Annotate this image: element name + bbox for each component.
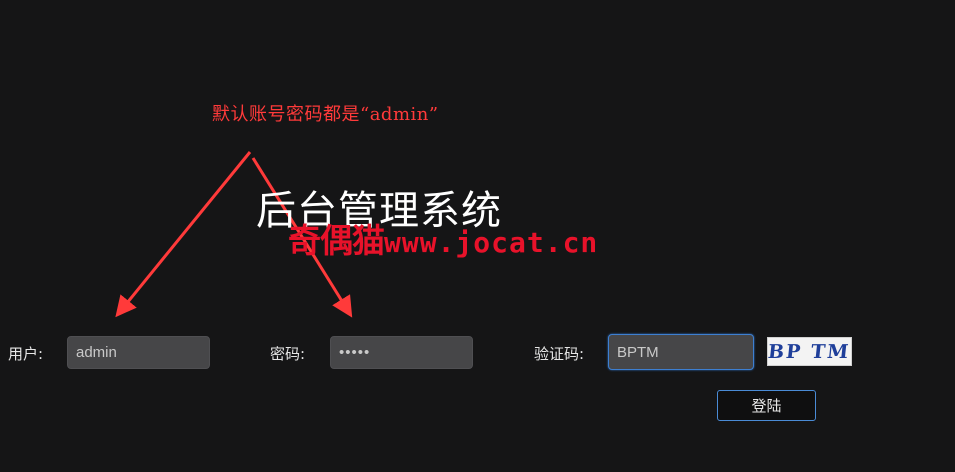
annotation-note: 默认账号密码都是“admin” [212, 104, 439, 125]
login-button[interactable]: 登陆 [717, 390, 816, 421]
watermark: 奇偶猫www.jocat.cn [288, 214, 598, 262]
login-page: 默认账号密码都是“admin” 后台管理系统 奇偶猫www.jocat.cn 用… [0, 0, 955, 472]
arrow-to-username [115, 151, 252, 318]
captcha-image[interactable]: BP TM [767, 337, 852, 366]
watermark-url: www.jocat.cn [384, 226, 599, 259]
username-input[interactable] [67, 336, 210, 369]
watermark-cn: 奇偶猫 [288, 221, 385, 260]
username-label: 用户: [8, 345, 44, 363]
password-input[interactable] [330, 336, 473, 369]
captcha-label: 验证码: [534, 345, 585, 363]
captcha-image-text: BP TM [767, 340, 852, 363]
captcha-input[interactable] [608, 334, 754, 370]
password-label: 密码: [270, 345, 306, 363]
